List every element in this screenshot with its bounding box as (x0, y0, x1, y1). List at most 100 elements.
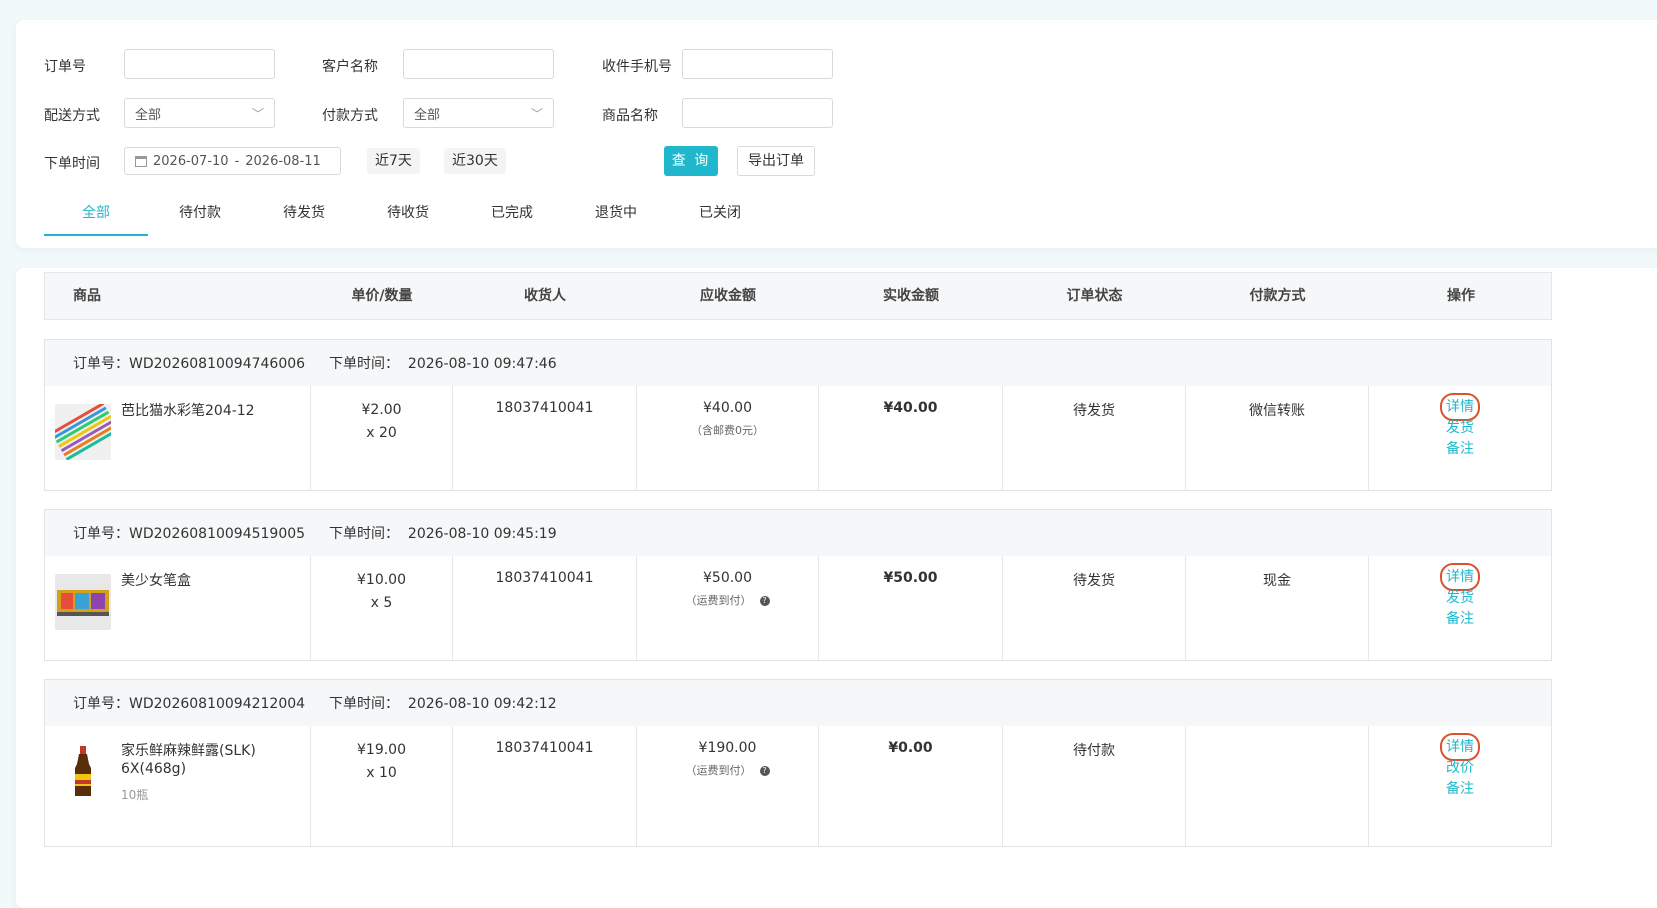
export-orders-button[interactable]: 导出订单 (737, 146, 815, 176)
quick-30-days-button[interactable]: 近30天 (444, 148, 506, 174)
status-cell: 待发货 (1003, 556, 1186, 660)
order-time-prefix: 下单时间： (329, 526, 399, 542)
receivable-cell: ¥40.00 （含邮费0元） (637, 386, 819, 490)
order-time-prefix: 下单时间： (329, 356, 399, 372)
actions-cell: 详情 发货 备注 (1369, 556, 1551, 660)
delivery-select-value: 全部 (135, 107, 162, 123)
product-image-sauce-bottle[interactable] (55, 744, 111, 800)
receivable-note: （含邮费0元） (691, 424, 764, 437)
tab-pending-payment[interactable]: 待付款 (148, 196, 252, 236)
query-button[interactable]: 查 询 (664, 146, 718, 176)
tab-pending-shipment[interactable]: 待发货 (252, 196, 356, 236)
header-payment: 付款方式 (1249, 288, 1306, 304)
delivery-label: 配送方式 (44, 108, 100, 124)
tab-returning[interactable]: 退货中 (564, 196, 668, 236)
order-row: 美少女笔盒 ¥10.00 x 5 18037410041 ¥50.00 （运费到… (45, 556, 1551, 660)
order-no-input[interactable] (124, 49, 275, 79)
header-received: 实收金额 (883, 288, 939, 304)
filter-panel: 订单号 客户名称 收件手机号 配送方式 全部 ﹀ 付款方式 全部 ﹀ 商品名称 … (16, 20, 1657, 248)
note-link[interactable]: 备注 (1446, 441, 1474, 457)
payment-select-value: 全部 (414, 107, 441, 123)
header-receiver: 收货人 (524, 288, 566, 304)
actions-cell: 详情 改价 备注 (1369, 726, 1551, 846)
payment-method: 现金 (1263, 573, 1291, 589)
unit-price: ¥2.00 (361, 402, 402, 418)
tab-completed[interactable]: 已完成 (460, 196, 564, 236)
tab-closed[interactable]: 已关闭 (668, 196, 772, 236)
product-name[interactable]: 美少女笔盒 (121, 572, 301, 590)
table-header: 商品 单价/数量 收货人 应收金额 实收金额 订单状态 付款方式 操作 (44, 272, 1552, 320)
help-icon[interactable]: ? (759, 596, 770, 606)
date-end: 2026-08-11 (245, 153, 321, 169)
order-status: 待付款 (1073, 743, 1115, 759)
orders-panel: 商品 单价/数量 收货人 应收金额 实收金额 订单状态 付款方式 操作 订单号：… (16, 268, 1657, 908)
actions-cell: 详情 发货 备注 (1369, 386, 1551, 490)
ship-link[interactable]: 发货 (1446, 590, 1474, 606)
product-cell: 家乐鲜麻辣鲜露(SLK) 6X(468g) 10瓶 (45, 726, 311, 846)
chevron-down-icon: ﹀ (530, 106, 543, 121)
order-time: 2026-08-10 09:47:46 (407, 356, 557, 372)
quantity: x 5 (370, 595, 393, 611)
unit-price: ¥10.00 (357, 572, 406, 588)
header-product: 商品 (73, 288, 101, 304)
calendar-icon (135, 155, 147, 167)
details-link[interactable]: 详情 (1440, 563, 1480, 591)
header-actions: 操作 (1447, 288, 1475, 304)
receivable-note: （运费到付） (685, 764, 752, 777)
order-row: 芭比猫水彩笔204-12 ¥2.00 x 20 18037410041 ¥40.… (45, 386, 1551, 490)
details-link[interactable]: 详情 (1440, 733, 1480, 761)
product-name[interactable]: 芭比猫水彩笔204-12 (121, 402, 301, 420)
order-no: WD20260810094212004 (129, 696, 306, 712)
product-image-markers[interactable] (55, 404, 111, 460)
product-name[interactable]: 家乐鲜麻辣鲜露(SLK) 6X(468g) (121, 742, 301, 778)
payment-method: 微信转账 (1249, 403, 1305, 419)
order-status: 待发货 (1073, 403, 1115, 419)
help-icon[interactable]: ? (759, 766, 770, 776)
product-cell: 芭比猫水彩笔204-12 (45, 386, 311, 490)
tab-pending-receipt[interactable]: 待收货 (356, 196, 460, 236)
receivable-cell: ¥50.00 （运费到付）? (637, 556, 819, 660)
receiver: 18037410041 (495, 400, 594, 416)
product-input[interactable] (682, 98, 833, 128)
quantity: x 20 (366, 425, 397, 441)
product-image-pencil-case[interactable] (55, 574, 111, 630)
product-spec: 10瓶 (121, 788, 149, 802)
order-card: 订单号：WD20260810094746006 下单时间： 2026-08-10… (44, 339, 1552, 491)
order-header: 订单号：WD20260810094212004 下单时间： 2026-08-10… (45, 680, 1551, 726)
phone-input[interactable] (682, 49, 833, 79)
order-time: 2026-08-10 09:45:19 (407, 526, 557, 542)
ship-link[interactable]: 发货 (1446, 420, 1474, 436)
received-amount: ¥40.00 (883, 400, 938, 416)
order-no: WD20260810094746006 (129, 356, 306, 372)
order-card: 订单号：WD20260810094519005 下单时间： 2026-08-10… (44, 509, 1552, 661)
customer-label: 客户名称 (322, 59, 378, 75)
order-no-prefix: 订单号： (73, 526, 129, 542)
chevron-down-icon: ﹀ (251, 106, 264, 121)
receiver: 18037410041 (495, 570, 594, 586)
header-price-qty: 单价/数量 (351, 288, 413, 304)
order-header: 订单号：WD20260810094519005 下单时间： 2026-08-10… (45, 510, 1551, 556)
order-card: 订单号：WD20260810094212004 下单时间： 2026-08-10… (44, 679, 1552, 847)
payment-select[interactable]: 全部 ﹀ (403, 98, 554, 128)
receivable-amount: ¥190.00 (698, 740, 757, 756)
customer-input[interactable] (403, 49, 554, 79)
delivery-select[interactable]: 全部 ﹀ (124, 98, 275, 128)
order-status: 待发货 (1073, 573, 1115, 589)
header-receivable: 应收金额 (700, 288, 756, 304)
tab-all[interactable]: 全部 (44, 196, 148, 236)
payment-label: 付款方式 (322, 108, 378, 124)
note-link[interactable]: 备注 (1446, 611, 1474, 627)
order-no-prefix: 订单号： (73, 356, 129, 372)
price-cell: ¥19.00 x 10 (311, 726, 453, 846)
receiver-cell: 18037410041 (453, 556, 637, 660)
order-header: 订单号：WD20260810094746006 下单时间： 2026-08-10… (45, 340, 1551, 386)
note-link[interactable]: 备注 (1446, 781, 1474, 797)
quick-7-days-button[interactable]: 近7天 (367, 148, 420, 174)
order-time: 2026-08-10 09:42:12 (407, 696, 557, 712)
status-tabs: 全部 待付款 待发货 待收货 已完成 退货中 已关闭 (44, 196, 772, 236)
date-range-picker[interactable]: 2026-07-10 - 2026-08-11 (124, 147, 341, 175)
order-no: WD20260810094519005 (129, 526, 306, 542)
details-link[interactable]: 详情 (1440, 393, 1480, 421)
change-price-link[interactable]: 改价 (1446, 760, 1474, 776)
payment-cell: 微信转账 (1186, 386, 1369, 490)
